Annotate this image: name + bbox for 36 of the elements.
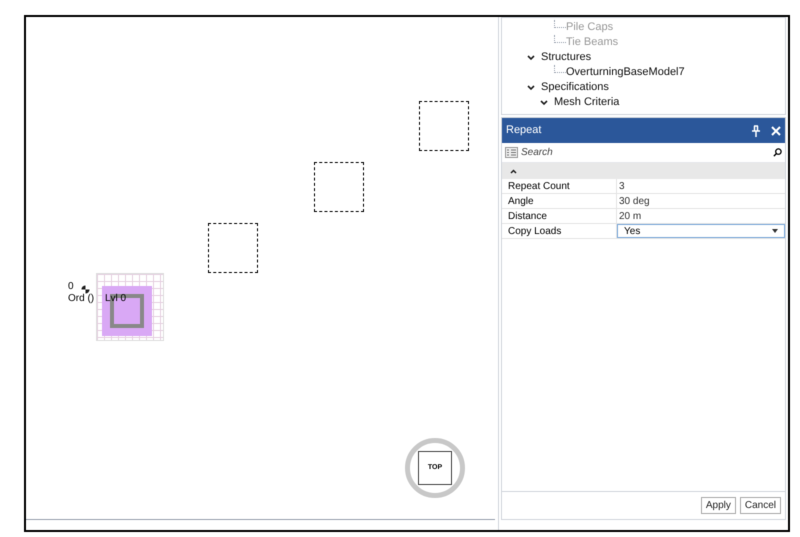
property-name: Copy Loads xyxy=(502,224,617,238)
property-value[interactable]: 20 m xyxy=(617,209,785,223)
dropdown-arrow-icon xyxy=(772,229,778,233)
property-value[interactable]: 3 xyxy=(617,179,785,193)
property-name: Angle xyxy=(502,194,617,208)
dialog-button[interactable]: Cancel xyxy=(740,497,781,514)
tree-connector xyxy=(554,20,566,28)
pinwheel-icon xyxy=(81,285,90,294)
search-icon[interactable] xyxy=(773,148,782,157)
dashed-square xyxy=(208,223,258,273)
property-name: Repeat Count xyxy=(502,179,617,193)
search-field[interactable]: Search xyxy=(521,145,773,160)
close-icon[interactable] xyxy=(771,126,781,136)
chevron-down-icon[interactable] xyxy=(527,54,535,60)
axis-label: 0 xyxy=(68,280,74,294)
chevron-down-icon[interactable] xyxy=(540,100,548,106)
property-value[interactable]: 30 deg xyxy=(617,194,785,208)
list-icon[interactable] xyxy=(505,147,518,158)
tree-item[interactable]: Structures xyxy=(541,49,592,66)
chevron-up-icon[interactable] xyxy=(510,168,517,174)
property-name: Distance xyxy=(502,209,617,223)
dialog-button[interactable]: Apply xyxy=(700,497,736,514)
tree-item[interactable]: OverturningBaseModel7 xyxy=(566,64,685,81)
tree-connector xyxy=(554,34,566,42)
tree-item[interactable]: Mesh Criteria xyxy=(554,94,620,111)
grid-model-drawing xyxy=(96,273,164,341)
tree-item[interactable]: Specifications xyxy=(541,79,609,96)
axis-label: Ord () xyxy=(68,292,94,306)
property-dropdown[interactable]: Yes xyxy=(617,224,785,238)
pin-icon[interactable] xyxy=(751,124,761,136)
dashed-square xyxy=(314,162,364,212)
chevron-down-icon[interactable] xyxy=(527,84,535,90)
tree-connector xyxy=(554,64,566,72)
level-label: Lvl 0 xyxy=(105,292,126,306)
dashed-square xyxy=(419,101,469,151)
panel-title: Repeat xyxy=(506,123,542,138)
